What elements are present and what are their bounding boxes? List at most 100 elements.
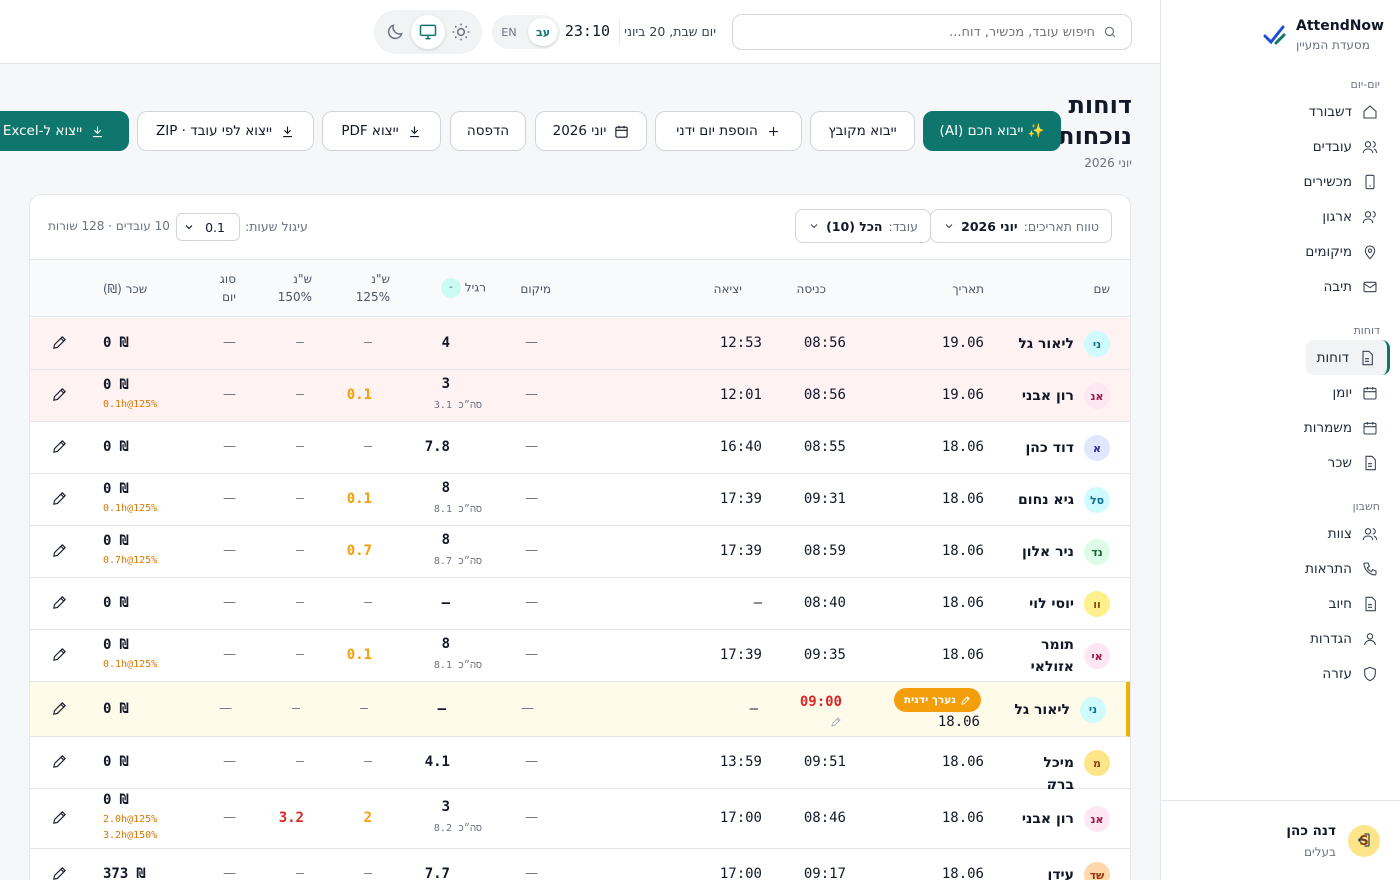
sidebar-item-journal[interactable]: יומן <box>1160 375 1400 410</box>
print-button[interactable]: הדפסה <box>450 111 526 151</box>
sidebar-item-settings[interactable]: הגדרות <box>1160 621 1400 656</box>
employee-name[interactable]: רון אבני <box>1012 808 1074 830</box>
col-out[interactable]: יציאה <box>714 280 742 298</box>
table-row[interactable]: סל גיא נחום 18.06 09:31 17:39 — 8 סה״כ 8.1 0.1 – —… <box>30 474 1130 526</box>
table-row[interactable]: אנ רון אבני 19.06 08:56 12:01 — 3 סה״כ 3.1 0.1 – —… <box>30 370 1130 422</box>
date-range-filter[interactable]: טווח תאריכים: יוני 2026 <box>930 209 1112 243</box>
clock-in-cell[interactable]: 08:40 <box>804 595 846 611</box>
sidebar-item-locations[interactable]: מיקומים <box>1160 234 1400 269</box>
col-daytype[interactable]: סוג יום <box>220 270 236 306</box>
search-input[interactable] <box>755 24 1095 40</box>
regular-badge[interactable]: - <box>440 278 461 298</box>
sidebar-item-billing[interactable]: חיוב <box>1160 586 1400 621</box>
sidebar-item-payroll[interactable]: שכר <box>1160 445 1400 480</box>
edit-row-button[interactable] <box>48 594 68 614</box>
sidebar-item-shifts[interactable]: משמרות <box>1160 410 1400 445</box>
table-row[interactable]: נד ניר אלון 18.06 08:59 17:39 — 8 סה״כ 8.7 0.7 – —… <box>30 526 1130 578</box>
brand[interactable]: AttendNow מסעדת המעיין <box>1262 18 1384 52</box>
clock-out-cell[interactable]: 13:59 <box>720 754 762 770</box>
clock-out-cell[interactable]: 12:53 <box>720 335 762 351</box>
clock-out-cell[interactable]: 17:00 <box>720 810 762 826</box>
clock-in-cell[interactable]: 08:55 <box>804 439 846 455</box>
export-pdf-button[interactable]: ייצוא PDF <box>322 111 441 151</box>
sidebar-item-team[interactable]: צוות <box>1160 516 1400 551</box>
table-row[interactable]: מ מיכל ברק 18.06 09:51 13:59—4.1– – — ₪ 0 <box>30 737 1130 793</box>
col-name[interactable]: שם <box>1094 280 1110 298</box>
system-theme-button[interactable] <box>411 15 445 49</box>
edit-row-button[interactable] <box>48 490 68 510</box>
edit-row-button[interactable] <box>48 542 68 562</box>
sidebar-item-dashboard[interactable]: דשבורד <box>1160 94 1400 129</box>
table-row[interactable]: ני ליאור גל 19.06 08:56 12:53 — 4 – – — ₪ 0 <box>30 318 1130 370</box>
light-theme-button[interactable] <box>445 15 478 49</box>
table-row[interactable]: אנ רון אבני 18.06 08:46 17:00 — 3 סה״כ 8.2 2 3.2 —… <box>30 789 1130 849</box>
sidebar-item-devices[interactable]: מכשירים <box>1160 164 1400 199</box>
employee-name[interactable]: דוד כהן <box>1012 437 1075 459</box>
clock-out-cell[interactable]: 17:39 <box>720 647 762 663</box>
language-toggle[interactable]: עב EN <box>492 15 560 49</box>
edit-row-button[interactable] <box>48 386 68 406</box>
sidebar-item-help[interactable]: עזרה <box>1160 656 1400 691</box>
edit-row-button[interactable] <box>48 865 68 880</box>
ai-import-button[interactable]: ✨ ייבוא חכם (AI) <box>923 111 1061 151</box>
month-picker-button[interactable]: יוני 2026 <box>535 111 647 151</box>
clock-out-cell[interactable]: 17:39 <box>720 491 762 507</box>
employee-name[interactable]: גיא נחום <box>1012 489 1074 511</box>
clock-in-cell[interactable]: 08:56 <box>804 335 846 351</box>
theme-toggle[interactable] <box>374 10 482 54</box>
clock-out-cell[interactable]: – <box>750 701 758 717</box>
table-row[interactable]: אי תומר אזולאי 18.06 09:35 17:39 — 8 סה״כ 8.1 0.… <box>30 630 1130 682</box>
sidebar-item-inbox[interactable]: תיבה <box>1160 269 1400 304</box>
add-manual-day-button[interactable]: הוספת יום ידני <box>655 111 802 151</box>
table-row[interactable]: א דוד כהן 18.06 08:55 16:40 — 7.8 – – — ₪ 0 <box>30 422 1130 474</box>
col-ot150[interactable]: ש"נ 150% <box>278 270 312 306</box>
employee-filter[interactable]: עובד: הכל (10) <box>795 209 931 243</box>
edit-row-button[interactable] <box>48 753 68 773</box>
clock-in-cell[interactable]: 08:56 <box>804 387 846 403</box>
employee-name[interactable]: ניר אלון <box>1012 541 1074 563</box>
clock-out-cell[interactable]: 12:01 <box>720 387 762 403</box>
table-row[interactable]: וו יוסי לוי 18.06 08:40 – — – – – — ₪ 0 <box>30 578 1130 630</box>
col-pay[interactable]: שכר (₪) <box>103 280 147 298</box>
clock-in-cell[interactable]: 09:31 <box>804 491 846 507</box>
lang-he-button[interactable]: עב <box>528 18 558 46</box>
export-zip-button[interactable]: ייצוא לפי עובד · ZIP <box>137 111 314 151</box>
employee-name[interactable]: רון אבני <box>1012 385 1074 407</box>
sidebar-item-reports[interactable]: דוחות <box>1306 340 1390 375</box>
clock-in-cell[interactable]: 09:35 <box>804 647 846 663</box>
col-date[interactable]: תאריך <box>952 280 984 298</box>
employee-name[interactable]: ליאור גל <box>1012 333 1074 355</box>
col-regular[interactable]: רגיל - <box>437 278 486 298</box>
col-location[interactable]: מיקום <box>520 280 551 298</box>
logout-button[interactable] <box>1352 831 1372 851</box>
employee-name[interactable]: תומר אזולאי <box>1012 634 1074 678</box>
clock-in-cell[interactable]: 09:51 <box>804 754 846 770</box>
clock-in-cell[interactable]: 09:00 <box>800 694 842 710</box>
clock-in-cell[interactable]: 08:59 <box>804 543 846 559</box>
edit-row-button[interactable] <box>48 438 68 458</box>
clock-in-cell[interactable]: 08:46 <box>804 810 846 826</box>
sidebar-item-org[interactable]: ארגון <box>1160 199 1400 234</box>
clock-out-cell[interactable]: – <box>754 595 762 611</box>
sidebar-item-employees[interactable]: עובדים <box>1160 129 1400 164</box>
export-excel-button[interactable]: ייצוא ל-Excel <box>0 111 129 151</box>
edit-row-button[interactable] <box>48 809 68 829</box>
search-box[interactable] <box>732 14 1132 50</box>
col-in[interactable]: כניסה <box>797 280 826 298</box>
employee-name[interactable]: עידן <box>1012 864 1074 880</box>
edit-row-button[interactable] <box>48 700 68 720</box>
clock-out-cell[interactable]: 17:39 <box>720 543 762 559</box>
edit-row-button[interactable] <box>48 646 68 666</box>
table-row[interactable]: ני ליאור גל נערך ידנית 18.06 09:00 – — – – – — ₪ 0 <box>30 682 1130 737</box>
rounding-select[interactable]: 0.1 <box>176 213 240 241</box>
employee-name[interactable]: ליאור גל <box>1008 699 1070 721</box>
sidebar-item-alerts[interactable]: התראות <box>1160 551 1400 586</box>
col-ot125[interactable]: ש"נ 125% <box>356 270 390 306</box>
edit-row-button[interactable] <box>48 334 68 354</box>
table-row[interactable]: שד עידן 18.06 09:17 17:00 — 7.7 – – — ₪ 373 <box>30 849 1130 880</box>
lang-en-button[interactable]: EN <box>494 18 524 46</box>
file-import-button[interactable]: ייבוא מקובץ <box>810 111 915 151</box>
clock-out-cell[interactable]: 17:00 <box>720 866 762 880</box>
employee-name[interactable]: יוסי לוי <box>1012 593 1074 615</box>
dark-theme-button[interactable] <box>378 15 411 49</box>
